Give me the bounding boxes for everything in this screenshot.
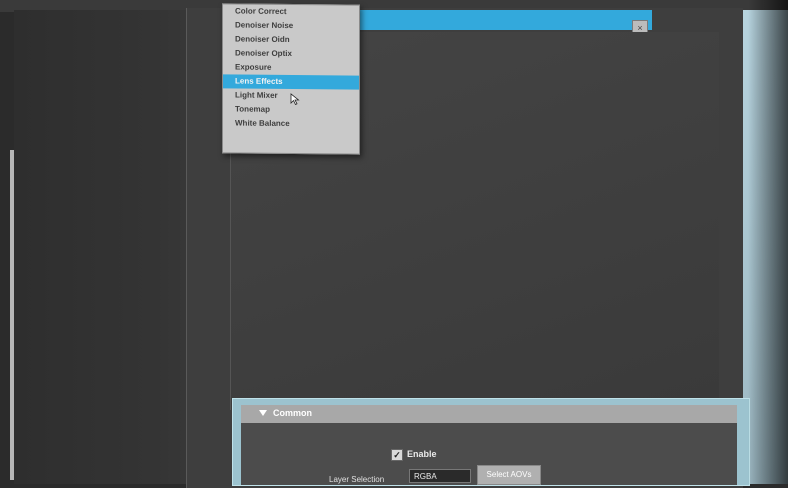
select-aovs-button[interactable]: Select AOVs <box>477 465 541 485</box>
section-header[interactable]: Common <box>241 405 737 423</box>
menu-item-denoiser-optix[interactable]: Denoiser Optix <box>223 46 359 61</box>
screen-vignette <box>748 0 788 484</box>
left-workspace <box>14 10 214 484</box>
panel-title-bar[interactable] <box>346 10 652 30</box>
section-title: Common <box>273 408 312 418</box>
enable-label: Enable <box>407 449 437 459</box>
layer-panel: Common ✓ Enable Layer Selection RGBA Sel… <box>232 398 750 486</box>
layer-panel-body: Common ✓ Enable Layer Selection RGBA Sel… <box>241 405 737 485</box>
layer-selection-label: Layer Selection <box>329 475 385 484</box>
menu-item-exposure[interactable]: Exposure <box>223 60 359 75</box>
chevron-down-icon[interactable] <box>259 410 267 416</box>
menu-item-denoiser-noise[interactable]: Denoiser Noise <box>223 18 359 33</box>
mouse-cursor-icon <box>290 93 300 105</box>
enable-checkbox[interactable]: ✓ <box>391 449 403 461</box>
imager-context-menu: Color Correct Denoiser Noise Denoiser Oi… <box>222 3 360 155</box>
menu-item-white-balance[interactable]: White Balance <box>223 116 359 131</box>
menu-item-lens-effects[interactable]: Lens Effects <box>223 74 359 90</box>
menu-item-color-correct[interactable]: Color Correct <box>223 4 359 19</box>
layer-selection-field[interactable]: RGBA <box>409 469 471 483</box>
menu-item-denoiser-oidn[interactable]: Denoiser Oidn <box>223 32 359 47</box>
